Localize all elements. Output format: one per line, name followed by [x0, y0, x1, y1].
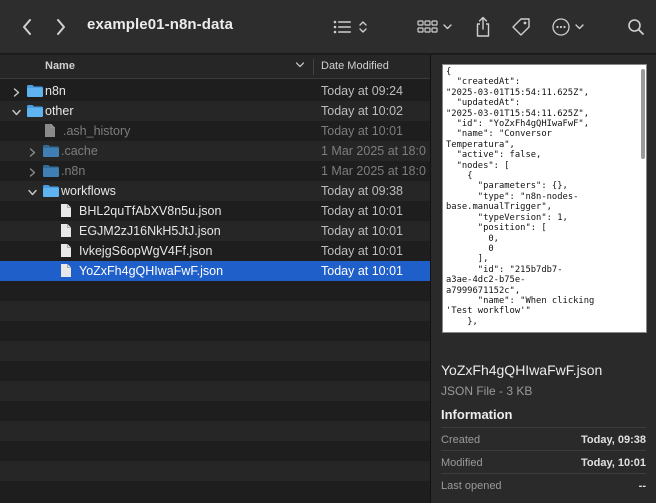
file-name: n8n: [45, 84, 66, 98]
date-modified: Today at 09:38: [321, 184, 404, 198]
chevron-right-icon: [57, 19, 65, 35]
document-icon: [60, 223, 72, 241]
date-modified: 1 Mar 2025 at 18:0: [321, 144, 426, 158]
json-preview-text: { "createdAt": "2025-03-01T15:54:11.625Z…: [446, 67, 595, 327]
document-icon: [60, 203, 72, 221]
file-row[interactable]: EGJM2zJ16NkH5JtJ.json Today at 10:01: [0, 221, 430, 241]
toolbar: example01-n8n-data: [0, 0, 656, 54]
column-header-name[interactable]: Name: [45, 60, 75, 72]
empty-row: [0, 321, 430, 341]
folder-icon: [26, 84, 44, 101]
column-divider[interactable]: [313, 59, 314, 75]
date-modified: Today at 10:01: [321, 264, 404, 278]
back-button[interactable]: [17, 14, 37, 40]
file-name: .ash_history: [63, 124, 131, 138]
list-view-icon: [333, 20, 367, 34]
disclosure-expanded-icon[interactable]: [28, 186, 37, 196]
folder-icon: [42, 144, 60, 161]
file-row[interactable]: .cache 1 Mar 2025 at 18:0: [0, 141, 430, 161]
preview-scrollbar[interactable]: [641, 69, 645, 159]
preview-file-kind: JSON File - 3 KB: [441, 384, 533, 398]
tag-button[interactable]: [510, 14, 532, 40]
file-name: EGJM2zJ16NkH5JtJ.json: [79, 224, 221, 238]
info-label: Last opened: [441, 480, 502, 492]
chevron-left-icon: [23, 19, 31, 35]
window-title: example01-n8n-data: [87, 16, 234, 33]
date-modified: 1 Mar 2025 at 18:0: [321, 164, 426, 178]
file-list: Name Date Modified n8n Today at 09:24 othe…: [0, 55, 430, 503]
empty-row: [0, 401, 430, 421]
file-row[interactable]: workflows Today at 09:38: [0, 181, 430, 201]
list-header: Name Date Modified: [0, 55, 430, 79]
empty-row: [0, 281, 430, 301]
file-name: BHL2quTfAbXV8n5u.json: [79, 204, 222, 218]
column-header-date-modified[interactable]: Date Modified: [321, 60, 389, 72]
file-row[interactable]: IvkejgS6opWgV4Ff.json Today at 10:01: [0, 241, 430, 261]
file-row[interactable]: other Today at 10:02: [0, 101, 430, 121]
date-modified: Today at 10:01: [321, 244, 404, 258]
document-icon: [44, 123, 56, 141]
preview-pane: { "createdAt": "2025-03-01T15:54:11.625Z…: [430, 55, 656, 503]
info-row-last-opened: Last opened --: [441, 473, 646, 496]
file-name: workflows: [61, 184, 116, 198]
info-row-created: Created Today, 09:38: [441, 427, 646, 450]
group-button[interactable]: [417, 14, 455, 40]
empty-row: [0, 461, 430, 481]
folder-icon: [42, 184, 60, 201]
empty-row: [0, 381, 430, 401]
sort-chevron-icon[interactable]: [295, 60, 305, 73]
empty-row: [0, 481, 430, 501]
file-row[interactable]: n8n Today at 09:24: [0, 81, 430, 101]
file-name: YoZxFh4gQHIwaFwF.json: [79, 264, 224, 278]
info-label: Created: [441, 434, 481, 446]
disclosure-expanded-icon[interactable]: [12, 106, 21, 116]
search-button[interactable]: [625, 14, 647, 40]
date-modified: Today at 09:24: [321, 84, 404, 98]
document-icon: [60, 243, 72, 261]
date-modified: Today at 10:01: [321, 204, 404, 218]
empty-row: [0, 441, 430, 461]
empty-row: [0, 361, 430, 381]
empty-row: [0, 421, 430, 441]
empty-row: [0, 301, 430, 321]
disclosure-collapsed-icon[interactable]: [28, 146, 37, 157]
empty-row: [0, 341, 430, 361]
group-grid-icon: [417, 20, 452, 33]
document-icon: [60, 263, 72, 281]
disclosure-collapsed-icon[interactable]: [28, 166, 37, 177]
info-label: Modified: [441, 457, 483, 469]
tag-icon: [512, 18, 530, 36]
file-name: .n8n: [61, 164, 86, 178]
ellipsis-circle-icon: [552, 18, 584, 36]
search-icon: [628, 19, 644, 35]
folder-icon: [26, 104, 44, 121]
share-button[interactable]: [472, 14, 494, 40]
file-row[interactable]: .ash_history Today at 10:01: [0, 121, 430, 141]
information-heading: Information: [441, 407, 513, 422]
file-row[interactable]: YoZxFh4gQHIwaFwF.json Today at 10:01: [0, 261, 430, 281]
info-value: --: [638, 480, 646, 492]
file-name: other: [45, 104, 74, 118]
json-preview[interactable]: { "createdAt": "2025-03-01T15:54:11.625Z…: [442, 64, 647, 333]
date-modified: Today at 10:02: [321, 104, 404, 118]
file-name: .cache: [61, 144, 98, 158]
date-modified: Today at 10:01: [321, 224, 404, 238]
info-value: Today, 09:38: [580, 434, 646, 446]
file-name: IvkejgS6opWgV4Ff.json: [79, 244, 213, 258]
date-modified: Today at 10:01: [321, 124, 404, 138]
file-row[interactable]: .n8n 1 Mar 2025 at 18:0: [0, 161, 430, 181]
preview-file-name: YoZxFh4gQHIwaFwF.json: [441, 362, 603, 378]
view-mode-button[interactable]: [332, 14, 372, 40]
info-value: Today, 10:01: [580, 457, 646, 469]
more-actions-button[interactable]: [551, 14, 587, 40]
share-icon: [476, 16, 490, 37]
file-rows: n8n Today at 09:24 other Today at 10:02 .ash…: [0, 81, 430, 501]
forward-button[interactable]: [51, 14, 71, 40]
folder-icon: [42, 164, 60, 181]
info-row-modified: Modified Today, 10:01: [441, 450, 646, 473]
file-row[interactable]: BHL2quTfAbXV8n5u.json Today at 10:01: [0, 201, 430, 221]
disclosure-collapsed-icon[interactable]: [12, 86, 21, 97]
